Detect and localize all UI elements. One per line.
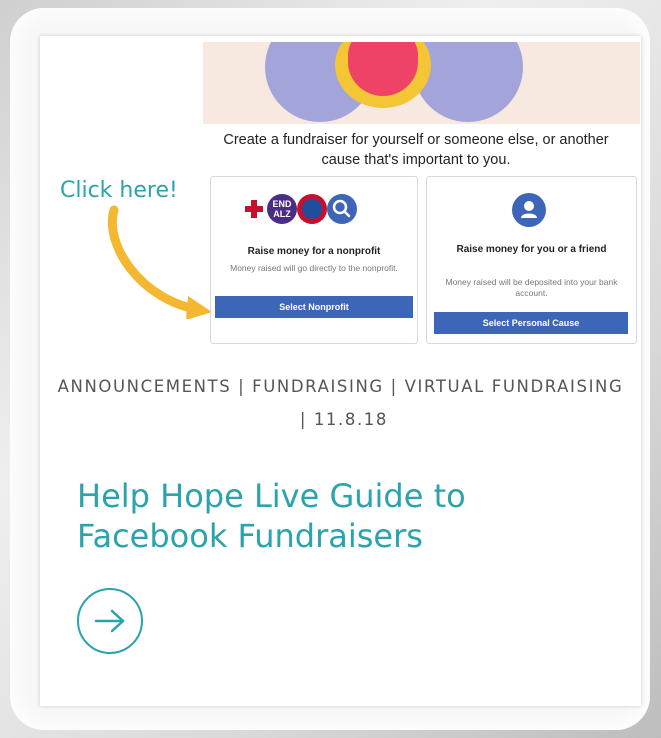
select-personal-cause-button[interactable]: Select Personal Cause	[434, 312, 628, 334]
charity-logo-red-icon	[297, 194, 327, 224]
red-cross-logo-icon	[245, 200, 263, 218]
post-date: 11.8.18	[313, 410, 389, 429]
fundraiser-illustration	[203, 42, 640, 124]
nonprofit-option: END ALZ Raise money for a nonprofit Mone…	[210, 176, 418, 344]
post-title-link[interactable]: Help Hope Live Guide to Facebook Fundrai…	[77, 476, 617, 556]
category-link[interactable]: VIRTUAL FUNDRAISING	[405, 377, 624, 396]
search-charity-icon[interactable]	[327, 194, 357, 224]
personal-description: Money raised will be deposited into your…	[445, 277, 618, 298]
category-link[interactable]: FUNDRAISING	[252, 377, 384, 396]
click-here-label: Click here!	[60, 178, 178, 203]
meta-separator: |	[292, 410, 314, 429]
nonprofit-description: Money raised will go directly to the non…	[230, 263, 398, 273]
curved-arrow-icon	[107, 205, 212, 319]
select-nonprofit-button[interactable]: Select Nonprofit	[215, 296, 413, 318]
nonprofit-title: Raise money for a nonprofit	[247, 246, 381, 257]
meta-separator: |	[231, 377, 253, 396]
end-alz-logo-text: END ALZ	[272, 199, 292, 219]
post-card: Create a fundraiser for yourself or some…	[40, 36, 641, 706]
category-link[interactable]: ANNOUNCEMENTS	[58, 377, 232, 396]
personal-title: Raise money for you or a friend	[456, 244, 607, 255]
person-icon	[512, 193, 546, 227]
end-alz-logo: END ALZ	[267, 194, 297, 224]
read-more-arrow-icon[interactable]	[77, 588, 143, 654]
fundraiser-intro-text: Create a fundraiser for yourself or some…	[223, 132, 609, 168]
nonprofit-logos: END ALZ	[245, 194, 395, 228]
meta-separator: |	[383, 377, 405, 396]
post-meta: ANNOUNCEMENTS | FUNDRAISING | VIRTUAL FU…	[40, 370, 641, 436]
personal-option: Raise money for you or a friend Money ra…	[426, 176, 637, 344]
